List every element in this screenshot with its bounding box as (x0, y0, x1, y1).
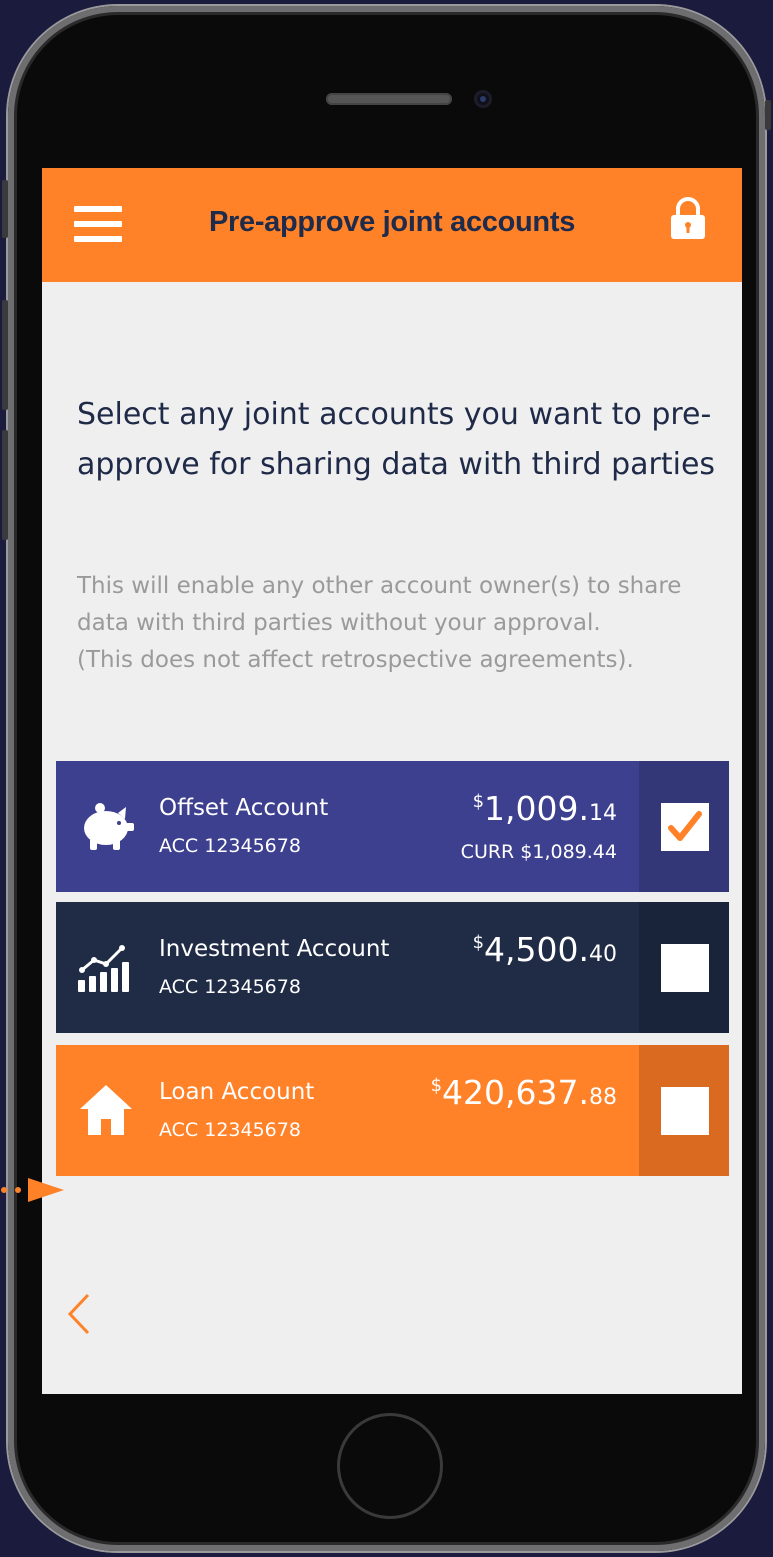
balance-main: 1,009. (484, 789, 589, 828)
phone-frame: Pre-approve joint accounts Select any jo… (8, 6, 765, 1551)
currency-symbol: $ (430, 1075, 443, 1096)
account-row-loan[interactable]: Loan Account ACC 12345678 $420,637.88 (56, 1045, 729, 1176)
balance-cents: 40 (589, 942, 617, 967)
account-name: Offset Account (159, 795, 329, 821)
account-checkbox[interactable] (661, 1087, 709, 1135)
currency-symbol: $ (472, 932, 485, 953)
instruction-heading: Select any joint accounts you want to pr… (77, 397, 716, 482)
balance-cents: 88 (589, 1085, 617, 1110)
balance-main: 420,637. (442, 1073, 589, 1112)
currency-symbol: $ (472, 791, 485, 812)
speaker-grille (326, 93, 452, 105)
account-name: Loan Account (159, 1079, 315, 1105)
account-balance: $4,500.40 (473, 930, 617, 969)
account-checkbox-checked[interactable] (661, 803, 709, 851)
balance-cents: 14 (589, 801, 617, 826)
description-line: (This does not affect retrospective agre… (77, 647, 634, 673)
current-balance: CURR $1,089.44 (460, 841, 617, 863)
checkbox-cell (639, 1045, 729, 1176)
front-camera (474, 90, 492, 108)
piggy-bank-icon (84, 803, 134, 850)
account-balance: $1,009.14 (473, 789, 617, 828)
power-button (765, 100, 771, 130)
growth-chart-icon (78, 945, 129, 992)
volume-up-button (2, 300, 8, 410)
home-button[interactable] (337, 1413, 443, 1519)
volume-down-button (2, 430, 8, 540)
checkmark-icon (668, 811, 702, 841)
account-balance: $420,637.88 (431, 1073, 617, 1112)
pointer-arrow-icon (1, 1178, 64, 1202)
account-checkbox[interactable] (661, 944, 709, 992)
balance-main: 4,500. (484, 930, 589, 969)
description-line: This will enable any other account owner… (77, 573, 682, 599)
account-number: ACC 12345678 (159, 976, 301, 998)
account-row-investment[interactable]: Investment Account ACC 12345678 $4,500.4… (56, 902, 729, 1033)
account-row-offset[interactable]: Offset Account ACC 12345678 $1,009.14 CU… (56, 761, 729, 892)
instruction-description: This will enable any other account owner… (77, 568, 727, 679)
account-number: ACC 12345678 (159, 1119, 301, 1141)
chevron-left-icon[interactable] (64, 1292, 94, 1336)
mute-switch (2, 180, 8, 238)
checkbox-cell (639, 902, 729, 1033)
description-line: data with third parties without your app… (77, 610, 601, 636)
header-bar: Pre-approve joint accounts (42, 168, 742, 282)
house-icon (80, 1085, 132, 1135)
checkbox-cell (639, 761, 729, 892)
lock-icon[interactable] (668, 196, 708, 240)
page-title: Pre-approve joint accounts (208, 206, 576, 238)
account-number: ACC 12345678 (159, 835, 301, 857)
app-screen: Pre-approve joint accounts Select any jo… (42, 168, 742, 1394)
account-name: Investment Account (159, 936, 390, 962)
